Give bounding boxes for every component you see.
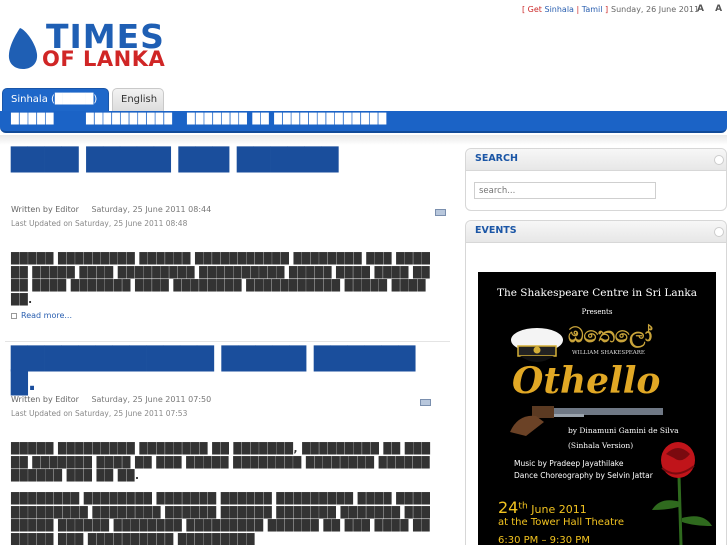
nav-item-2[interactable]: ██████████ — [86, 114, 173, 125]
search-input[interactable] — [474, 182, 656, 199]
article-2-title[interactable]: ████████████ █████ ███████. — [11, 348, 426, 396]
tab-english[interactable]: English — [112, 88, 164, 112]
article-2-body-2: ████████ ████████ ███████ ██████ ███████… — [11, 493, 431, 545]
nav-item-3[interactable]: ███████ ██ █████████████ — [187, 114, 387, 125]
article-1-title[interactable]: ████ █████ ███ ██████ — [11, 149, 426, 173]
poster-date-day: 24 — [498, 498, 519, 517]
bracket-open: [ — [522, 5, 526, 14]
read-more-link[interactable]: Read more... — [11, 311, 72, 320]
get-label: Get — [527, 5, 542, 14]
arrow-icon — [11, 312, 17, 319]
poster-sinhala-title: ඔතෙලෝ — [568, 322, 653, 347]
email-icon[interactable] — [420, 399, 431, 406]
poster-version: (Sinhala Version) — [568, 441, 634, 450]
article-2-author: Written by Editor — [11, 395, 79, 404]
bracket-close: ] — [605, 5, 609, 14]
search-panel-title: SEARCH — [466, 149, 726, 171]
poster-presenter: The Shakespeare Centre in Sri Lanka — [496, 287, 698, 299]
link-sinhala[interactable]: Sinhala — [544, 5, 573, 14]
tab-sinhala[interactable]: Sinhala (█████) — [2, 88, 109, 112]
article-1-meta: Written by Editor Saturday, 25 June 2011… — [11, 205, 211, 214]
close-icon[interactable] — [714, 155, 724, 165]
read-more-label: Read more... — [21, 311, 72, 320]
article-2-date: Saturday, 25 June 2011 07:50 — [91, 395, 212, 404]
top-links: [ Get Sinhala | Tamil ] Sunday, 26 June … — [522, 4, 727, 14]
font-size-controls[interactable]: A A A — [697, 4, 727, 14]
article-2-body: █████ █████████ ████████ ██ ███████, ███… — [11, 443, 431, 482]
events-panel-title: EVENTS — [466, 221, 726, 243]
current-date: Sunday, 26 June 2011 — [611, 5, 700, 14]
nav-item-1[interactable]: █████ — [11, 114, 54, 125]
poster-author: WILLIAM SHAKESPEARE — [572, 350, 645, 356]
poster-dance: Dance Choreography by Selvin Jattar — [514, 471, 653, 480]
main-nav: █████ ██████████ ███████ ██ ████████████… — [0, 111, 727, 133]
nav-shadow — [0, 135, 727, 145]
link-tamil[interactable]: Tamil — [582, 5, 603, 14]
article-2-meta: Written by Editor Saturday, 25 June 2011… — [11, 395, 211, 404]
email-icon[interactable] — [435, 209, 446, 216]
poster-presents: Presents — [581, 308, 613, 316]
poster-date-suffix: th — [518, 500, 528, 512]
article-1-author: Written by Editor — [11, 205, 79, 214]
search-panel: SEARCH — [465, 148, 727, 211]
article-1-date: Saturday, 25 June 2011 08:44 — [91, 205, 212, 214]
poster-venue: at the Tower Hall Theatre — [498, 517, 625, 528]
rose-icon — [652, 442, 712, 545]
poster-title: Othello — [512, 360, 661, 402]
poster-director: by Dinamuni Gamini de Silva — [568, 426, 679, 435]
poster-time: 6:30 PM – 9:30 PM — [498, 535, 590, 545]
poster-date: 24th June 2011 — [498, 498, 587, 517]
close-icon[interactable] — [714, 227, 724, 237]
poster-date-month: June 2011 — [531, 503, 587, 516]
article-1-updated: Last Updated on Saturday, 25 June 2011 0… — [11, 219, 188, 228]
logo-text-of-lanka: OF LANKA — [42, 47, 166, 71]
main-content: ████ █████ ███ ██████ Written by Editor … — [0, 145, 455, 545]
article-divider — [5, 341, 450, 342]
article-2-updated: Last Updated on Saturday, 25 June 2011 0… — [11, 409, 188, 418]
site-logo[interactable]: TIMES OF LANKA — [6, 20, 174, 72]
sri-lanka-map-icon — [8, 28, 38, 69]
othello-event-poster[interactable]: The Shakespeare Centre in Sri Lanka Pres… — [478, 272, 716, 545]
article-1-body: █████ █████████ ██████ ███████████ █████… — [11, 253, 431, 306]
poster-music: Music by Pradeep Jayathilake — [514, 459, 624, 468]
link-separator: | — [576, 5, 580, 14]
